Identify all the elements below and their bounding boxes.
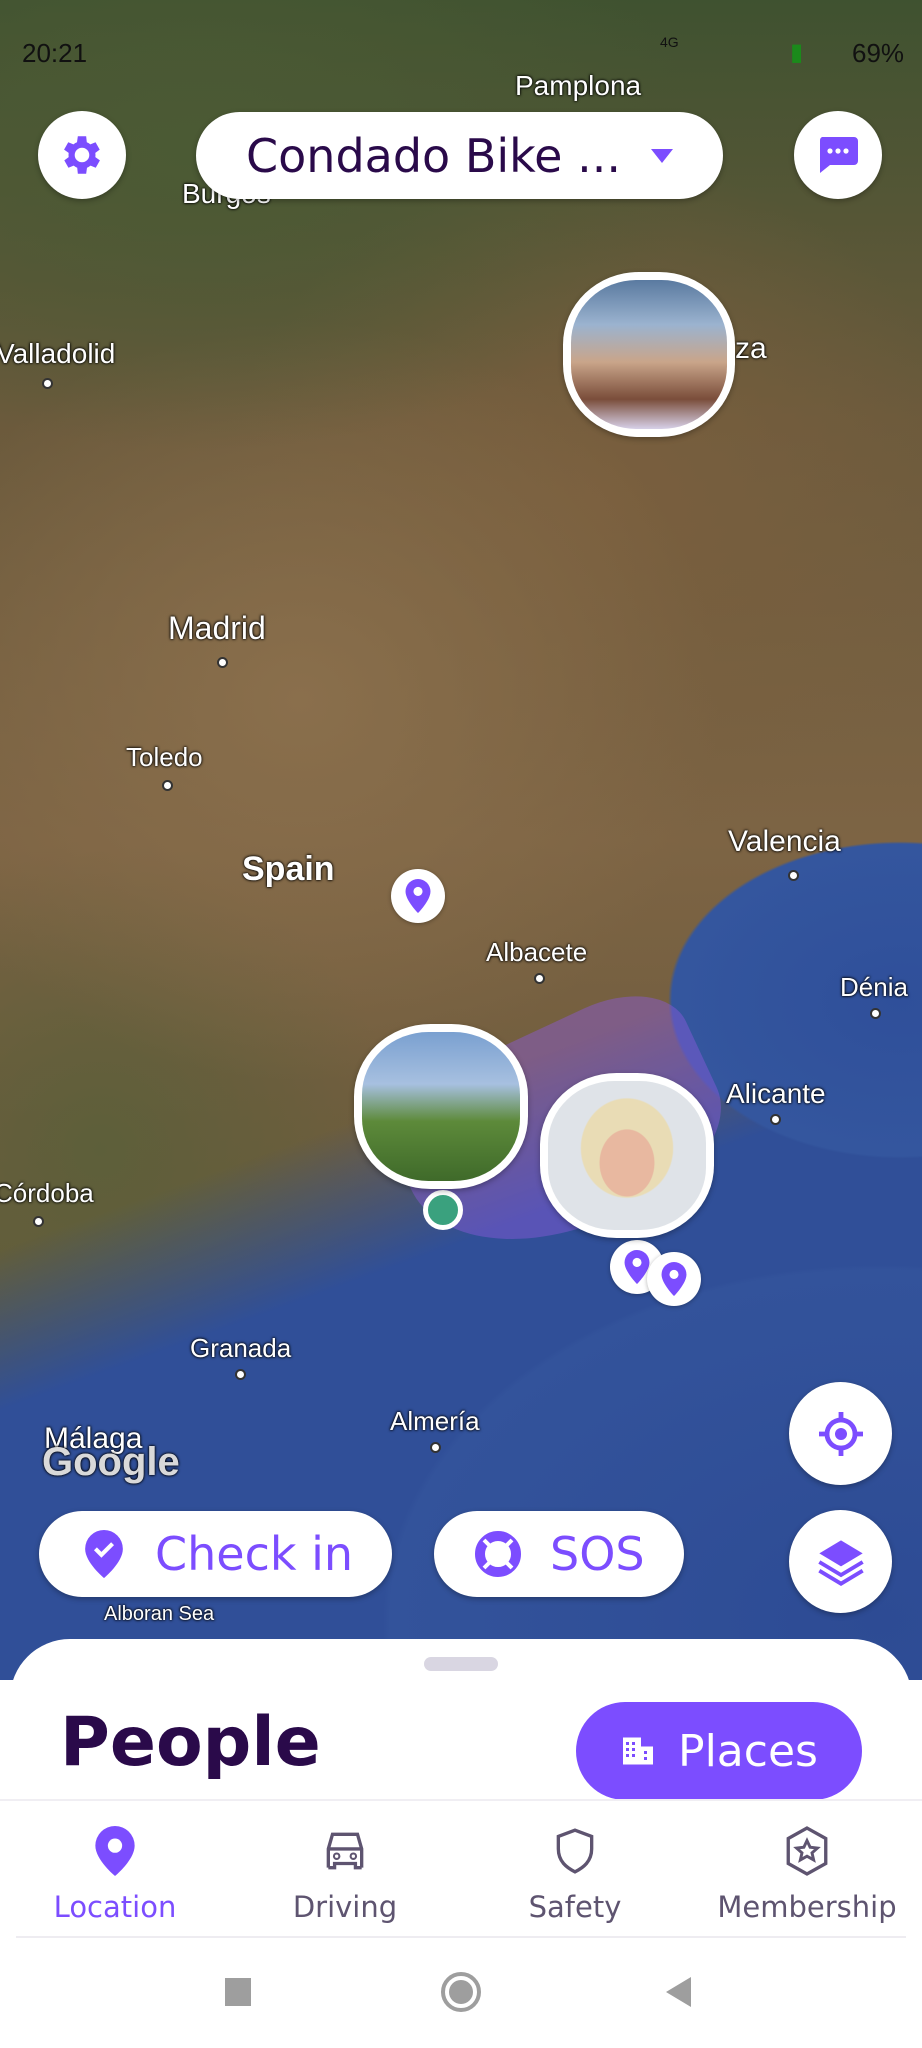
car-icon — [326, 1832, 364, 1870]
divider — [0, 1799, 922, 1801]
nav-label: Driving — [292, 1890, 398, 1924]
shield-icon — [556, 1828, 594, 1874]
sos-button[interactable]: SOS — [434, 1511, 684, 1597]
map[interactable]: 20:21 ▮ 69% 4G Pamplona Burgos Valladoli… — [0, 0, 922, 1680]
map-label: Dénia — [840, 972, 908, 1002]
settings-button[interactable] — [38, 111, 126, 199]
member-avatar[interactable] — [354, 1024, 528, 1189]
map-label: Madrid — [168, 610, 266, 646]
member-avatar[interactable] — [563, 272, 735, 437]
map-label: za — [735, 332, 767, 365]
map-label: Granada — [190, 1333, 292, 1363]
home-button[interactable] — [441, 1972, 481, 2012]
building-icon — [623, 1737, 654, 1765]
gear-icon — [64, 136, 100, 174]
nav-label: Membership — [717, 1890, 897, 1924]
location-pin-icon — [95, 1826, 135, 1876]
check-in-button[interactable]: Check in — [39, 1511, 392, 1597]
member-location-dot — [423, 1190, 463, 1230]
nav-location[interactable]: Location — [0, 1826, 230, 1924]
bottom-sheet: People Places — [10, 1639, 912, 1839]
sheet-title: People — [60, 1703, 321, 1782]
map-label: Alboran Sea — [104, 1603, 215, 1625]
back-button[interactable] — [666, 1977, 691, 2007]
nav-membership[interactable]: Membership — [692, 1826, 922, 1924]
map-label: Toledo — [126, 742, 203, 772]
check-in-label: Check in — [155, 1527, 354, 1581]
sos-label: SOS — [550, 1527, 645, 1581]
location-pin-icon — [405, 879, 431, 913]
layers-icon — [817, 1539, 864, 1586]
group-selector[interactable]: Condado Bike ... — [196, 112, 723, 199]
recenter-button[interactable] — [789, 1382, 892, 1485]
recent-apps-button[interactable] — [225, 1978, 251, 2006]
map-label: Albacete — [486, 937, 588, 967]
star-badge-icon — [786, 1826, 828, 1876]
status-time: 20:21 — [22, 38, 88, 68]
divider — [16, 1936, 906, 1938]
map-label: Valladolid — [0, 338, 116, 369]
map-label: Spain — [242, 850, 335, 888]
chevron-down-icon — [650, 148, 673, 163]
chat-bubble-icon — [819, 137, 858, 173]
drag-handle[interactable] — [424, 1657, 498, 1671]
place-pin[interactable] — [647, 1252, 701, 1306]
battery-icon: ▮ — [790, 39, 804, 66]
check-in-pin-icon — [85, 1530, 123, 1578]
location-pin-icon — [661, 1262, 687, 1296]
crosshair-icon — [818, 1411, 863, 1456]
nav-driving[interactable]: Driving — [230, 1826, 460, 1924]
network-type: 4G — [660, 34, 679, 50]
nav-label: Safety — [528, 1890, 622, 1924]
nav-safety[interactable]: Safety — [460, 1826, 690, 1924]
map-label: Almería — [390, 1406, 480, 1436]
map-label: Valencia — [728, 825, 841, 858]
map-label: Pamplona — [515, 70, 642, 101]
map-label: Córdoba — [0, 1178, 94, 1208]
google-attribution: Google — [42, 1440, 180, 1484]
battery-level: 69% — [852, 38, 905, 68]
map-layers-button[interactable] — [789, 1510, 892, 1613]
lifebuoy-icon — [475, 1531, 521, 1577]
places-button[interactable]: Places — [576, 1702, 862, 1800]
map-label: Alicante — [726, 1078, 826, 1109]
group-name: Condado Bike ... — [246, 128, 621, 183]
places-label: Places — [678, 1725, 818, 1777]
place-pin[interactable] — [391, 869, 445, 923]
chat-button[interactable] — [794, 111, 882, 199]
member-avatar[interactable] — [540, 1073, 714, 1238]
nav-label: Location — [53, 1890, 177, 1924]
